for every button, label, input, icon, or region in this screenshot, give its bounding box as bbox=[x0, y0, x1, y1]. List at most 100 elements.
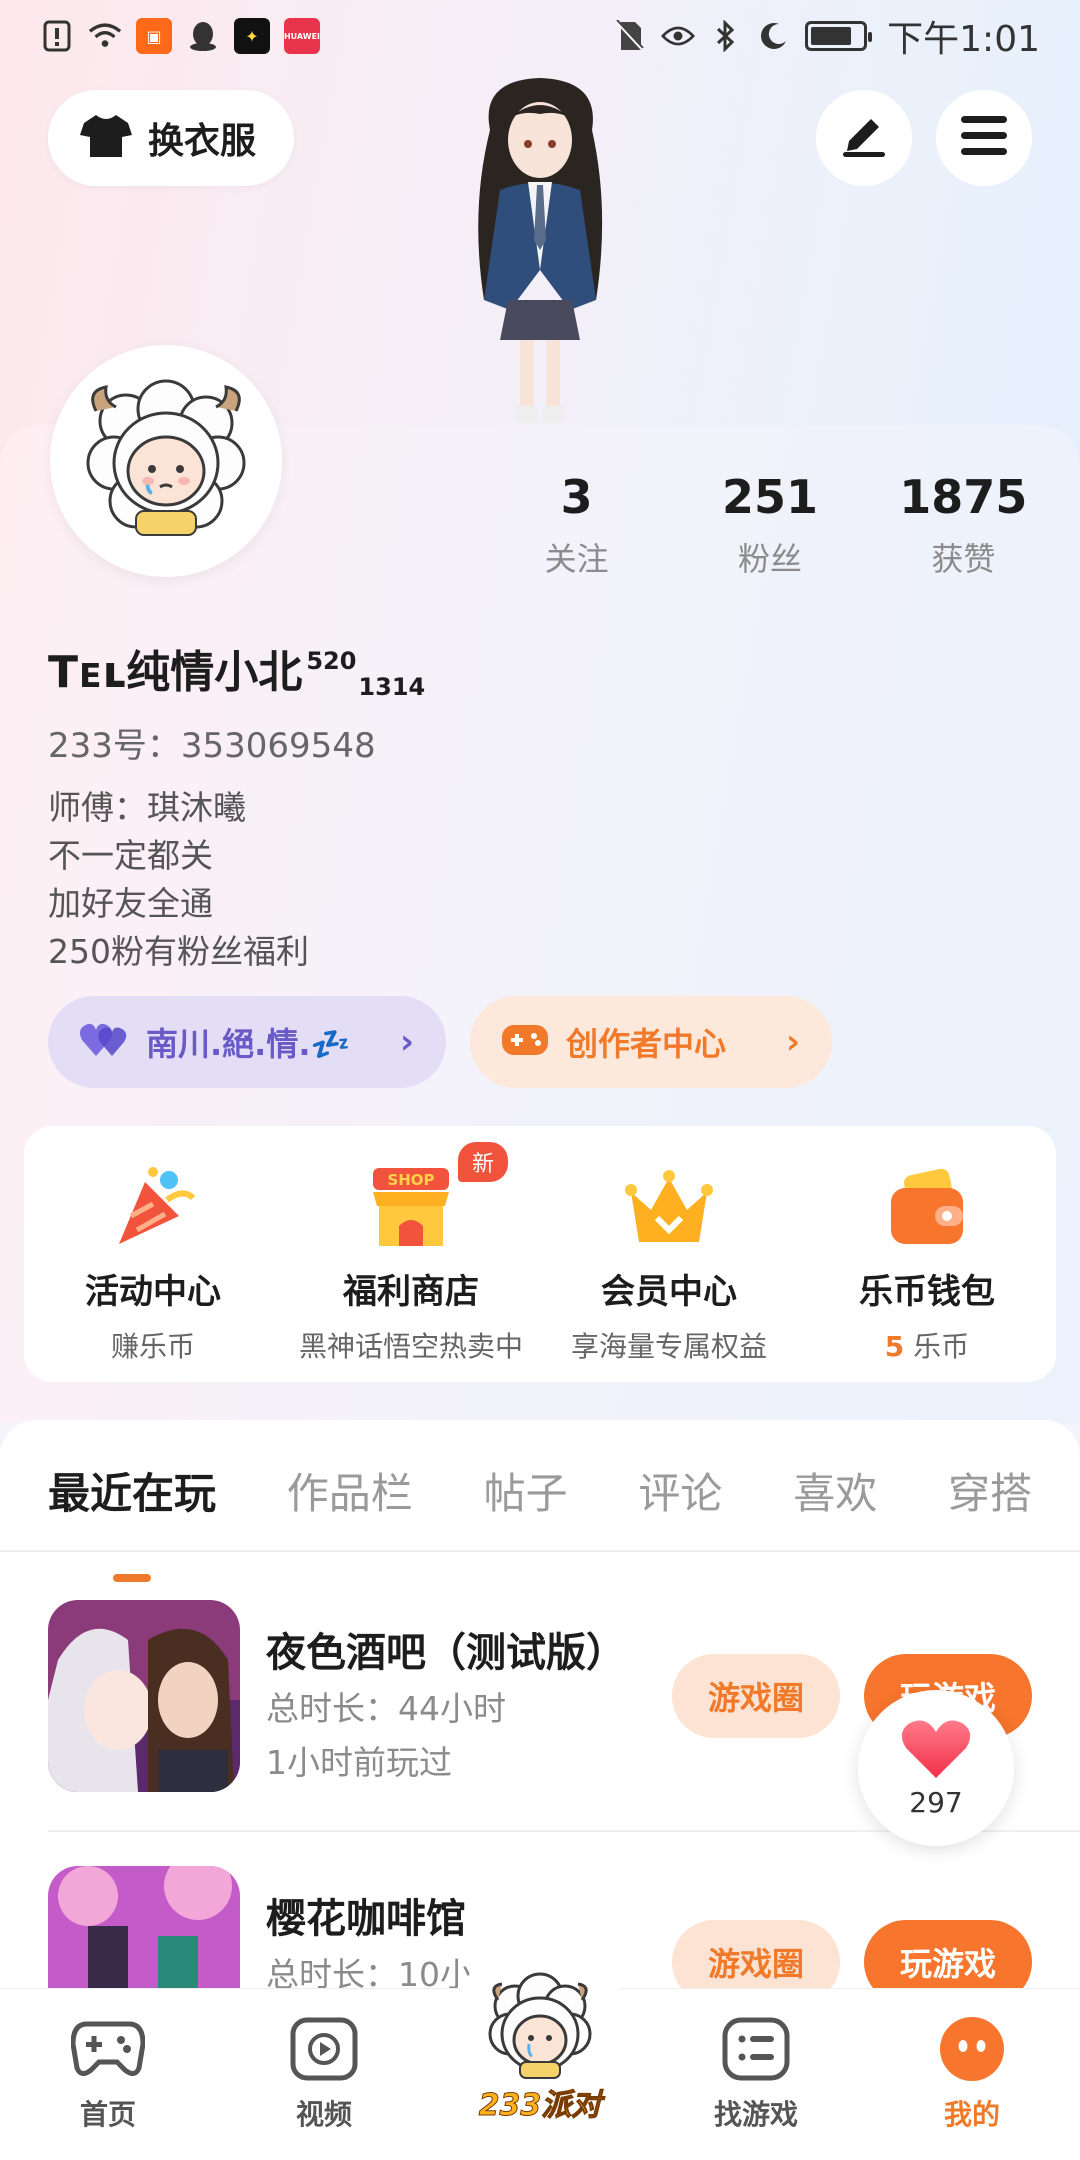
gamepad-icon bbox=[70, 2011, 146, 2087]
change-outfit-button[interactable]: 换衣服 bbox=[48, 90, 294, 186]
edit-profile-button[interactable] bbox=[816, 90, 912, 186]
tab-comments[interactable]: 评论 bbox=[638, 1460, 722, 1550]
tab-posts[interactable]: 帖子 bbox=[484, 1460, 568, 1550]
stat-following[interactable]: 3 关注 bbox=[480, 470, 673, 580]
game-last-played: 1小时前玩过 bbox=[266, 1743, 452, 1782]
stat-likes[interactable]: 1875 获赞 bbox=[867, 470, 1060, 580]
bio-line: 250粉有粉丝福利 bbox=[48, 932, 309, 971]
nav-find-games[interactable]: 找游戏 bbox=[648, 1989, 864, 2160]
coin-unit: 乐币 bbox=[904, 1330, 970, 1363]
list-icon bbox=[718, 2011, 794, 2087]
character-avatar-figure[interactable] bbox=[420, 70, 660, 430]
alert-icon bbox=[40, 19, 74, 53]
status-bar: ▣ ✦ HUAWEI 下午1:01 bbox=[0, 0, 1080, 72]
service-title: 福利商店 bbox=[343, 1272, 479, 1312]
tab-recently-played[interactable]: 最近在玩 bbox=[48, 1460, 216, 1582]
battery-level bbox=[811, 27, 852, 45]
gamepad-icon bbox=[502, 1021, 548, 1063]
menu-button[interactable] bbox=[936, 90, 1032, 186]
profile-face-icon bbox=[934, 2011, 1010, 2087]
moon-icon bbox=[757, 19, 791, 53]
service-subtitle: 享海量专属权益 bbox=[570, 1330, 767, 1363]
clock-time: 下午1:01 bbox=[887, 19, 1040, 60]
nav-video[interactable]: 视频 bbox=[216, 1989, 432, 2160]
game-title: 樱花咖啡馆 bbox=[266, 1896, 466, 1942]
video-play-icon bbox=[286, 2011, 362, 2087]
service-subtitle: 赚乐币 bbox=[110, 1330, 195, 1363]
bio-line: 加好友全通 bbox=[48, 884, 213, 923]
partner-pill-button[interactable]: 南川.絕.情.💤 › bbox=[48, 996, 446, 1088]
nickname-subscript: 1314 bbox=[358, 673, 426, 701]
change-outfit-label: 换衣服 bbox=[148, 121, 257, 162]
nickname-superscript: 520 bbox=[306, 647, 357, 675]
service-subtitle: 黑神话悟空热卖中 bbox=[298, 1330, 523, 1363]
service-vip-center[interactable]: 会员中心 享海量专属权益 bbox=[540, 1162, 798, 1382]
chevron-right-icon: › bbox=[399, 1022, 414, 1062]
heart-icon bbox=[900, 1718, 972, 1784]
service-title: 会员中心 bbox=[601, 1272, 737, 1312]
tab-likes[interactable]: 喜欢 bbox=[793, 1460, 877, 1550]
chevron-right-icon: › bbox=[785, 1022, 800, 1062]
party-mascot-icon[interactable]: 233派对 bbox=[470, 1966, 610, 2146]
service-title: 活动中心 bbox=[85, 1272, 221, 1312]
stat-value: 251 bbox=[721, 470, 818, 524]
menu-icon bbox=[961, 116, 1007, 160]
party-popper-icon bbox=[107, 1162, 199, 1254]
service-welfare-shop[interactable]: 新 SHOP 福利商店 黑神话悟空热卖中 bbox=[282, 1142, 540, 1382]
new-badge: 新 bbox=[458, 1142, 509, 1182]
floating-like-button[interactable]: 297 bbox=[858, 1690, 1014, 1846]
stat-followers[interactable]: 251 粉丝 bbox=[673, 470, 866, 580]
profile-stats: 3 关注 251 粉丝 1875 获赞 bbox=[480, 470, 1060, 580]
no-sim-icon bbox=[613, 19, 647, 53]
party-brand-label: 233派对 bbox=[478, 2088, 602, 2124]
huawei-label: HUAWEI bbox=[283, 31, 321, 41]
creator-center-button[interactable]: 创作者中心 › bbox=[470, 996, 832, 1088]
nav-label: 视频 bbox=[295, 2098, 352, 2131]
qq-app-icon bbox=[186, 19, 220, 53]
game-title: 夜色酒吧（测试版） bbox=[266, 1630, 626, 1676]
bluetooth-icon bbox=[709, 19, 743, 53]
game-circle-button[interactable]: 游戏圈 bbox=[672, 1654, 840, 1738]
stat-label: 关注 bbox=[544, 540, 609, 578]
content-tabs: 最近在玩 作品栏 帖子 评论 喜欢 穿搭 bbox=[0, 1420, 1080, 1582]
wallet-icon bbox=[881, 1162, 973, 1254]
bio-line: 师傅：琪沐曦 bbox=[48, 788, 246, 827]
eye-icon bbox=[661, 19, 696, 53]
user-id[interactable]: 233号：353069548 bbox=[48, 718, 376, 767]
creator-center-label: 创作者中心 bbox=[566, 1025, 727, 1063]
nav-label: 首页 bbox=[79, 2098, 136, 2131]
nav-label: 我的 bbox=[943, 2098, 1000, 2131]
crown-icon bbox=[623, 1162, 715, 1254]
services-card: 活动中心 赚乐币 新 SHOP 福利商店 黑神话悟空热卖中 会员中心 享海量专属… bbox=[24, 1126, 1056, 1382]
nav-label: 找游戏 bbox=[713, 2098, 798, 2131]
nav-home[interactable]: 首页 bbox=[0, 1989, 216, 2160]
service-title: 乐币钱包 bbox=[859, 1272, 995, 1312]
shop-icon: SHOP bbox=[365, 1162, 457, 1254]
service-activity-center[interactable]: 活动中心 赚乐币 bbox=[24, 1162, 282, 1382]
nickname-main: Tᴇʟ纯情小北 bbox=[48, 647, 303, 698]
stat-label: 粉丝 bbox=[737, 540, 802, 578]
game-duration: 总时长：44小时 bbox=[266, 1689, 506, 1728]
stat-value: 3 bbox=[560, 470, 593, 524]
sparkle-app-icon: ✦ bbox=[234, 18, 270, 54]
stat-value: 1875 bbox=[899, 470, 1028, 524]
service-coin-wallet[interactable]: 乐币钱包 5 乐币 bbox=[798, 1162, 1056, 1382]
bio: 师傅：琪沐曦 不一定都关 加好友全通 250粉有粉丝福利 bbox=[48, 784, 309, 976]
nickname: Tᴇʟ纯情小北 520 1314 bbox=[48, 636, 426, 701]
nav-mine[interactable]: 我的 bbox=[864, 1989, 1080, 2160]
pen-icon bbox=[841, 115, 887, 161]
like-count: 297 bbox=[909, 1785, 963, 1819]
partner-label: 南川.絕.情.💤 bbox=[146, 1025, 351, 1063]
stat-label: 获赞 bbox=[931, 540, 996, 578]
coin-balance: 5 bbox=[884, 1330, 905, 1363]
tab-outfits[interactable]: 穿搭 bbox=[948, 1460, 1032, 1550]
shop-sign-text: SHOP bbox=[387, 1171, 434, 1189]
kuaishou-app-icon: ▣ bbox=[136, 18, 172, 54]
battery-icon bbox=[805, 21, 873, 51]
service-subtitle: 5 乐币 bbox=[798, 1325, 1056, 1365]
double-heart-icon bbox=[80, 1020, 128, 1064]
bio-line: 不一定都关 bbox=[48, 836, 213, 875]
tab-works[interactable]: 作品栏 bbox=[287, 1460, 413, 1550]
tshirt-icon bbox=[80, 113, 132, 163]
profile-avatar[interactable] bbox=[50, 345, 282, 577]
